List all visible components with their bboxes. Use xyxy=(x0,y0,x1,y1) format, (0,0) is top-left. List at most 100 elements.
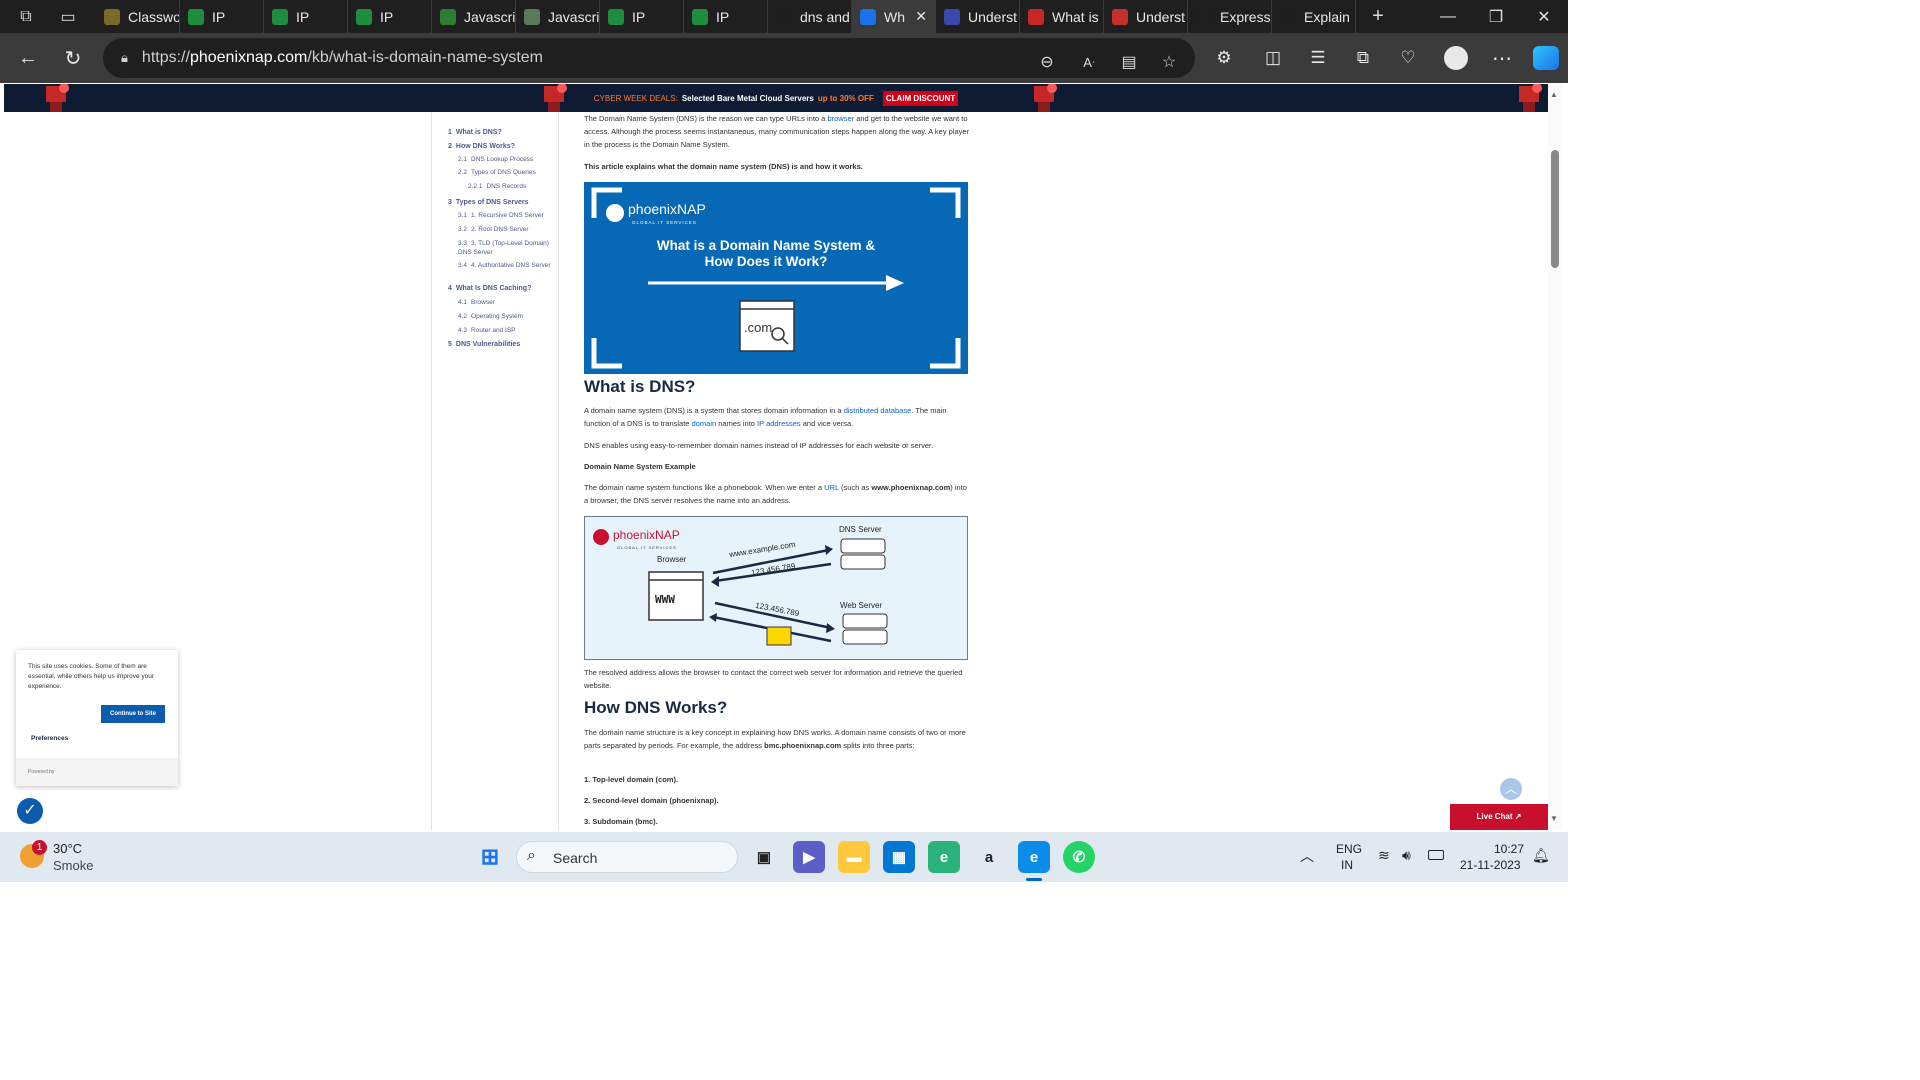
edge-browser-icon[interactable]: e xyxy=(1018,841,1050,873)
toc-item[interactable]: 2.2 Types of DNS Queries xyxy=(458,168,552,177)
read-aloud-icon[interactable]: Aᐧ xyxy=(1073,46,1105,78)
tab-actions-icon[interactable]: ▭ xyxy=(54,3,82,31)
toc-item[interactable]: 2.2.1 DNS Records xyxy=(468,182,562,191)
browser-tab[interactable]: Javascrip xyxy=(432,0,516,33)
tab-favicon-icon xyxy=(1028,8,1044,25)
scroll-to-top-button[interactable]: ︿ xyxy=(1500,778,1522,800)
scroll-up-arrow-icon[interactable]: ▲ xyxy=(1550,90,1558,99)
browser-tab[interactable]: Underst xyxy=(936,0,1020,33)
refresh-button[interactable]: ↻ xyxy=(51,36,95,80)
profile-avatar[interactable] xyxy=(1444,46,1468,70)
favorite-star-icon[interactable]: ☆ xyxy=(1153,46,1185,78)
continue-to-site-button[interactable]: Continue to Site xyxy=(101,705,165,723)
clock-time[interactable]: 10:27 xyxy=(1494,842,1524,856)
language-label-2[interactable]: IN xyxy=(1341,858,1353,872)
browser-tab[interactable]: IP xyxy=(264,0,348,33)
tab-title: IP xyxy=(716,8,730,25)
file-explorer-icon[interactable]: ▬ xyxy=(838,841,870,873)
battery-icon[interactable] xyxy=(1428,850,1444,860)
browser-essentials-icon[interactable]: ♡ xyxy=(1386,36,1430,80)
clock-date[interactable]: 21-11-2023 xyxy=(1460,858,1521,872)
toc-item[interactable]: 3.1 1. Recursive DNS Server xyxy=(458,211,552,220)
browser-tab[interactable]: Javascrip xyxy=(516,0,600,33)
tab-favicon-icon xyxy=(1112,8,1128,25)
weather-temp[interactable]: 30°C xyxy=(53,841,82,856)
hero-brand-sub: GLOBAL IT SERVICES xyxy=(632,220,697,225)
more-menu-icon[interactable]: ⋯ xyxy=(1480,36,1524,80)
tab-title: Underst xyxy=(968,8,1018,25)
back-button[interactable]: ← xyxy=(6,36,50,80)
list-item-1: 1. Top-level domain (com). xyxy=(584,775,679,784)
browser-tab[interactable]: Explain : xyxy=(1272,0,1356,33)
scroll-thumb[interactable] xyxy=(1551,150,1559,268)
toc-item[interactable]: 3.3 3. TLD (Top-Level Domain) DNS Server xyxy=(458,239,552,257)
restore-button[interactable]: ❐ xyxy=(1472,0,1520,33)
toc-item[interactable]: 4.1 Browser xyxy=(458,298,552,307)
edge-dev-icon[interactable]: e xyxy=(928,841,960,873)
tray-chevron-icon[interactable]: ︿ xyxy=(1300,846,1314,866)
table-of-contents: 1 What is DNS? 2 How DNS Works? 2.1 DNS Looku… xyxy=(431,112,559,830)
toc-item[interactable]: 3.2 2. Root DNS Server xyxy=(458,225,552,234)
immersive-reader-icon[interactable]: ▤ xyxy=(1113,46,1145,78)
promo-banner: CYBER WEEK DEALS: Selected Bare Metal Cl… xyxy=(4,84,1548,112)
toc-item[interactable]: 4 What Is DNS Caching? xyxy=(448,284,552,293)
toc-item[interactable]: 2.1 DNS Lookup Process xyxy=(458,155,552,164)
split-screen-icon[interactable]: ◫ xyxy=(1251,36,1295,80)
amazon-icon[interactable]: a xyxy=(973,841,1005,873)
tab-title: What is xyxy=(1052,8,1099,25)
toc-label: DNS Vulnerabilities xyxy=(455,341,521,348)
new-tab-button[interactable]: + xyxy=(1364,3,1392,31)
page-scrollbar[interactable]: ▲ ▼ xyxy=(1548,84,1562,830)
live-chat-button[interactable]: Live Chat ↗ xyxy=(1450,804,1548,830)
ip-addresses-link[interactable]: IP addresses xyxy=(757,419,801,428)
url-link[interactable]: URL xyxy=(824,483,839,492)
zoom-icon[interactable]: ⊖ xyxy=(1031,46,1063,78)
minimize-button[interactable]: — xyxy=(1424,0,1472,33)
browser-tab[interactable]: IP xyxy=(600,0,684,33)
preferences-link[interactable]: Preferences xyxy=(31,734,68,744)
collections-icon[interactable]: ⧉ xyxy=(1341,36,1385,80)
browser-tab[interactable]: IP xyxy=(180,0,264,33)
teams-icon[interactable]: ▶ xyxy=(793,841,825,873)
language-label-1[interactable]: ENG xyxy=(1336,842,1362,856)
toc-item[interactable]: 4.3 Router and ISP xyxy=(458,326,552,335)
browser-tab[interactable]: Wh ✕ xyxy=(852,0,936,33)
wifi-icon[interactable]: ≋ xyxy=(1378,847,1390,864)
toc-item[interactable]: 3.4 4. Authoritative DNS Server xyxy=(458,261,552,270)
browser-tab[interactable]: IP xyxy=(684,0,768,33)
favorites-icon[interactable]: ☰ xyxy=(1296,36,1340,80)
browser-tab[interactable]: What is xyxy=(1020,0,1104,33)
microsoft-store-icon[interactable]: ▦ xyxy=(883,841,915,873)
browser-tab[interactable]: IP xyxy=(348,0,432,33)
close-window-button[interactable]: ✕ xyxy=(1520,0,1568,33)
toc-item[interactable]: 4.2 Operating System xyxy=(458,312,552,321)
notification-bell-icon[interactable]: 🔔︎ xyxy=(1532,847,1550,864)
toc-item[interactable]: 2 How DNS Works? xyxy=(448,142,552,151)
cookie-settings-icon[interactable]: ✓ xyxy=(17,798,43,824)
browser-tab[interactable]: Classwo xyxy=(96,0,180,33)
tab-title: IP xyxy=(212,8,226,25)
toc-item[interactable]: 1 What is DNS? xyxy=(448,128,552,137)
volume-icon[interactable]: 🔊︎ xyxy=(1402,847,1411,864)
tab-favicon-icon xyxy=(692,8,708,25)
toc-item[interactable]: 5 DNS Vulnerabilities xyxy=(448,340,552,349)
close-tab-icon[interactable]: ✕ xyxy=(915,8,927,25)
browser-tab[interactable]: Express.j xyxy=(1188,0,1272,33)
browser-link[interactable]: browser xyxy=(827,114,854,123)
taskbar-search-box[interactable]: ⌕ Search xyxy=(516,841,738,873)
what-text: A domain name system (DNS) is a system t… xyxy=(584,406,844,415)
workspaces-icon[interactable]: ⧉ xyxy=(12,3,40,31)
url-field[interactable]: 🔒︎ https://phoenixnap.com/kb/what-is-dom… xyxy=(103,38,1195,78)
claim-discount-button[interactable]: CLAIM DISCOUNT xyxy=(882,90,959,106)
task-view-icon[interactable]: ▣ xyxy=(748,841,780,873)
whatsapp-icon[interactable]: ✆ xyxy=(1063,841,1095,873)
scroll-down-arrow-icon[interactable]: ▼ xyxy=(1550,814,1558,823)
distributed-database-link[interactable]: distributed database xyxy=(844,406,912,415)
copilot-icon[interactable] xyxy=(1533,46,1559,70)
extensions-icon[interactable]: ⚙ xyxy=(1202,36,1246,80)
start-button[interactable]: ⊞ xyxy=(474,841,506,873)
domain-link[interactable]: domain xyxy=(692,419,717,428)
browser-tab[interactable]: Underst xyxy=(1104,0,1188,33)
toc-item[interactable]: 3 Types of DNS Servers xyxy=(448,198,552,207)
browser-tab[interactable]: dns and xyxy=(768,0,852,33)
